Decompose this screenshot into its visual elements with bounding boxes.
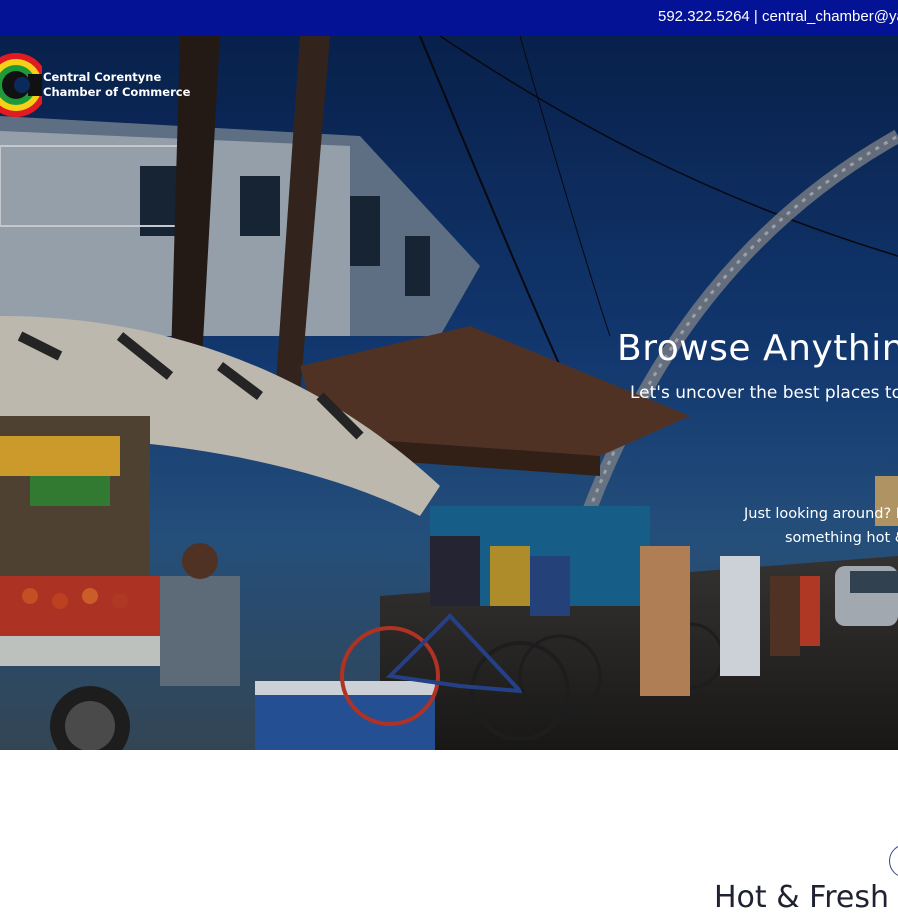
hero-banner: Central Corentyne Chamber of Commerce Br…: [0, 36, 898, 750]
section-circle-button[interactable]: [889, 844, 898, 878]
chamber-logo[interactable]: Central Corentyne Chamber of Commerce: [0, 52, 190, 118]
contact-info[interactable]: 592.322.5264 | central_chamber@ya: [658, 8, 898, 25]
hero-text-line-1: Just looking around? L: [744, 506, 898, 522]
top-contact-bar: 592.322.5264 | central_chamber@ya: [0, 0, 898, 36]
hero-subtitle: Let's uncover the best places to e: [630, 383, 898, 403]
hero-text-line-2: something hot &: [785, 530, 898, 546]
logo-line-1: Central Corentyne: [43, 70, 162, 84]
hero-title: Browse Anything: [617, 328, 898, 369]
logo-wordmark: Central Corentyne Chamber of Commerce: [43, 70, 190, 100]
logo-emblem-icon: [0, 53, 42, 117]
logo-line-2: Chamber of Commerce: [43, 85, 191, 99]
